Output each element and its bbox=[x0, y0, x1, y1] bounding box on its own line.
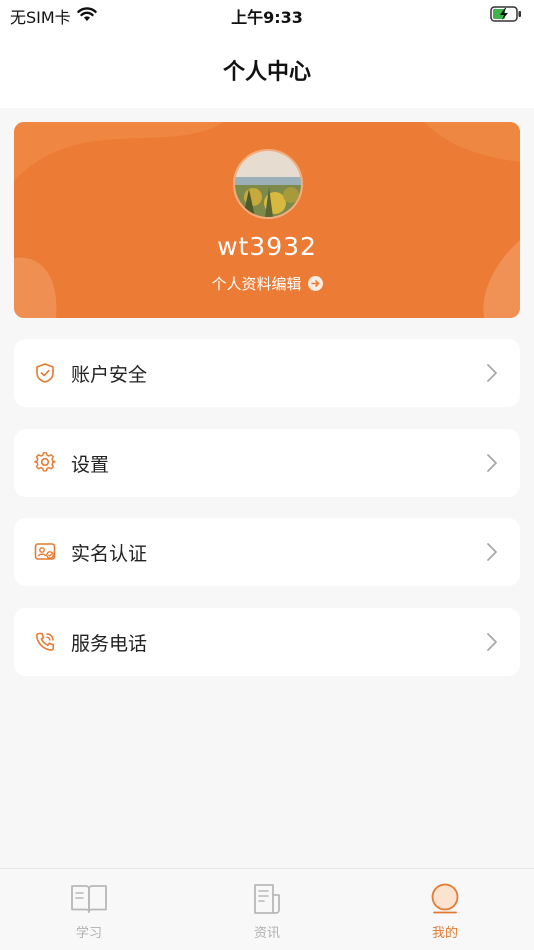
arrow-right-circle-icon bbox=[307, 276, 323, 291]
tab-label-news: 资讯 bbox=[253, 926, 280, 941]
menu-item-service-phone[interactable]: 服务电话 bbox=[14, 608, 520, 676]
tab-label-mine: 我的 bbox=[431, 926, 458, 941]
id-card-icon bbox=[34, 541, 56, 563]
phone-icon bbox=[34, 631, 56, 653]
menu-item-account-security[interactable]: 账户安全 bbox=[14, 339, 520, 407]
chevron-right-icon bbox=[486, 363, 498, 387]
chevron-right-icon bbox=[486, 632, 498, 656]
profile-circle-icon bbox=[425, 883, 465, 919]
menu-label-real-name: 实名认证 bbox=[71, 543, 148, 565]
gear-icon bbox=[34, 452, 56, 474]
battery-charging-icon bbox=[490, 6, 522, 26]
shield-icon bbox=[34, 362, 56, 384]
username: wt3932 bbox=[217, 232, 317, 261]
avatar[interactable] bbox=[233, 149, 303, 219]
profile-card: wt3932 个人资料编辑 bbox=[14, 122, 520, 318]
book-icon bbox=[69, 885, 109, 919]
menu-label-settings: 设置 bbox=[71, 454, 110, 476]
tab-bar: 学习 资讯 我的 bbox=[0, 868, 534, 950]
tab-mine[interactable]: 我的 bbox=[405, 883, 485, 941]
tab-news[interactable]: 资讯 bbox=[227, 883, 307, 941]
nav-bar: 个人中心 bbox=[0, 32, 534, 108]
status-time: 上午9:33 bbox=[231, 8, 303, 27]
status-bar: 无SIM卡 上午9:33 bbox=[0, 0, 534, 32]
edit-profile-link[interactable]: 个人资料编辑 bbox=[14, 273, 520, 294]
menu-label-service-phone: 服务电话 bbox=[71, 633, 148, 655]
menu-item-settings[interactable]: 设置 bbox=[14, 429, 520, 497]
menu-item-real-name[interactable]: 实名认证 bbox=[14, 518, 520, 586]
tab-label-study: 学习 bbox=[75, 926, 102, 941]
chevron-right-icon bbox=[486, 453, 498, 477]
edit-profile-label: 个人资料编辑 bbox=[211, 275, 302, 293]
menu-label-account-security: 账户安全 bbox=[71, 364, 148, 386]
document-icon bbox=[247, 884, 287, 919]
page-title: 个人中心 bbox=[222, 60, 311, 85]
tab-study[interactable]: 学习 bbox=[49, 883, 129, 941]
chevron-right-icon bbox=[486, 542, 498, 566]
